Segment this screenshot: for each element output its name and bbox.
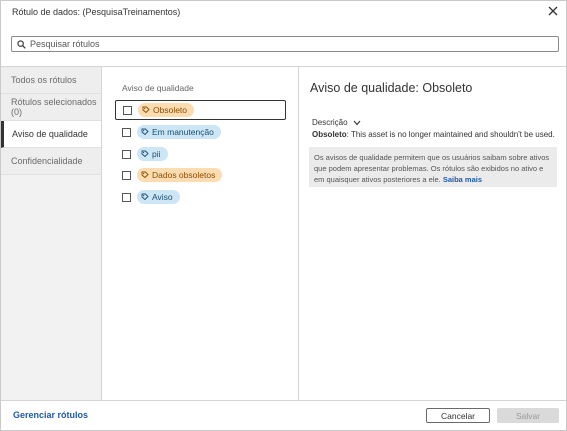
label-pill: pii <box>137 147 168 161</box>
divider <box>1 400 566 401</box>
label-checkbox[interactable] <box>122 149 131 159</box>
label-text: Obsoleto <box>153 105 188 115</box>
label-checkbox[interactable] <box>122 170 131 180</box>
label-list-panel: Aviso de qualidade Obsoleto Em manutençã… <box>103 67 299 400</box>
description-label-name: Obsoleto <box>312 130 347 139</box>
tag-icon <box>141 128 149 136</box>
tag-icon <box>141 150 149 158</box>
search-input[interactable] <box>30 39 550 49</box>
label-dialog: Rótulo de dados: (PesquisaTreinamentos) … <box>0 0 567 431</box>
label-pill: Aviso <box>137 190 180 204</box>
search-icon <box>17 39 26 49</box>
save-button[interactable]: Salvar <box>497 408 559 423</box>
info-box: Os avisos de qualidade permitem que os u… <box>309 147 557 187</box>
label-text: pii <box>152 149 161 159</box>
label-pill: Em manutenção <box>137 125 221 139</box>
close-icon[interactable] <box>547 5 559 17</box>
nav-item-selected-labels[interactable]: Rótulos selecionados (0) <box>1 94 101 121</box>
chevron-down-icon <box>353 120 360 125</box>
detail-title: Aviso de qualidade: Obsoleto <box>310 81 473 95</box>
dialog-titlebar: Rótulo de dados: (PesquisaTreinamentos) <box>1 1 566 23</box>
label-row-obsoleto[interactable]: Obsoleto <box>115 100 286 120</box>
nav-item-sensitivity[interactable]: Confidencialidade <box>1 148 101 175</box>
search-field[interactable] <box>11 36 559 52</box>
label-pill: Obsoleto <box>138 103 195 117</box>
tag-icon <box>141 193 149 201</box>
description-text: Obsoleto: This asset is no longer mainta… <box>312 130 555 139</box>
label-checkbox[interactable] <box>123 105 132 115</box>
label-list-heading: Aviso de qualidade <box>122 83 194 93</box>
description-toggle-label: Descrição <box>312 118 348 127</box>
nav-item-quality-warning[interactable]: Aviso de qualidade <box>1 121 101 148</box>
label-row-dados-obsoletos[interactable]: Dados obsoletos <box>115 165 286 185</box>
manage-labels-link[interactable]: Gerenciar rótulos <box>13 410 88 420</box>
label-detail-panel: Aviso de qualidade: Obsoleto Descrição O… <box>300 67 566 400</box>
dialog-title: Rótulo de dados: (PesquisaTreinamentos) <box>12 7 181 17</box>
tag-icon <box>141 171 149 179</box>
label-row-aviso[interactable]: Aviso <box>115 187 286 207</box>
nav-item-all-labels[interactable]: Todos os rótulos <box>1 67 101 94</box>
label-text: Dados obsoletos <box>152 170 216 180</box>
description-body: : This asset is no longer maintained and… <box>346 130 555 139</box>
label-checkbox[interactable] <box>122 127 131 137</box>
category-nav: Todos os rótulos Rótulos selecionados (0… <box>1 67 102 400</box>
label-text: Em manutenção <box>152 127 214 137</box>
cancel-button[interactable]: Cancelar <box>426 408 490 423</box>
tag-icon <box>142 106 150 114</box>
description-toggle[interactable]: Descrição <box>312 118 361 127</box>
info-text: Os avisos de qualidade permitem que os u… <box>314 153 550 184</box>
label-row-em-manutencao[interactable]: Em manutenção <box>115 122 286 142</box>
label-checkbox[interactable] <box>122 192 131 202</box>
label-row-pii[interactable]: pii <box>115 144 286 164</box>
label-text: Aviso <box>152 192 173 202</box>
label-pill: Dados obsoletos <box>137 168 223 182</box>
learn-more-link[interactable]: Saiba mais <box>443 175 482 184</box>
